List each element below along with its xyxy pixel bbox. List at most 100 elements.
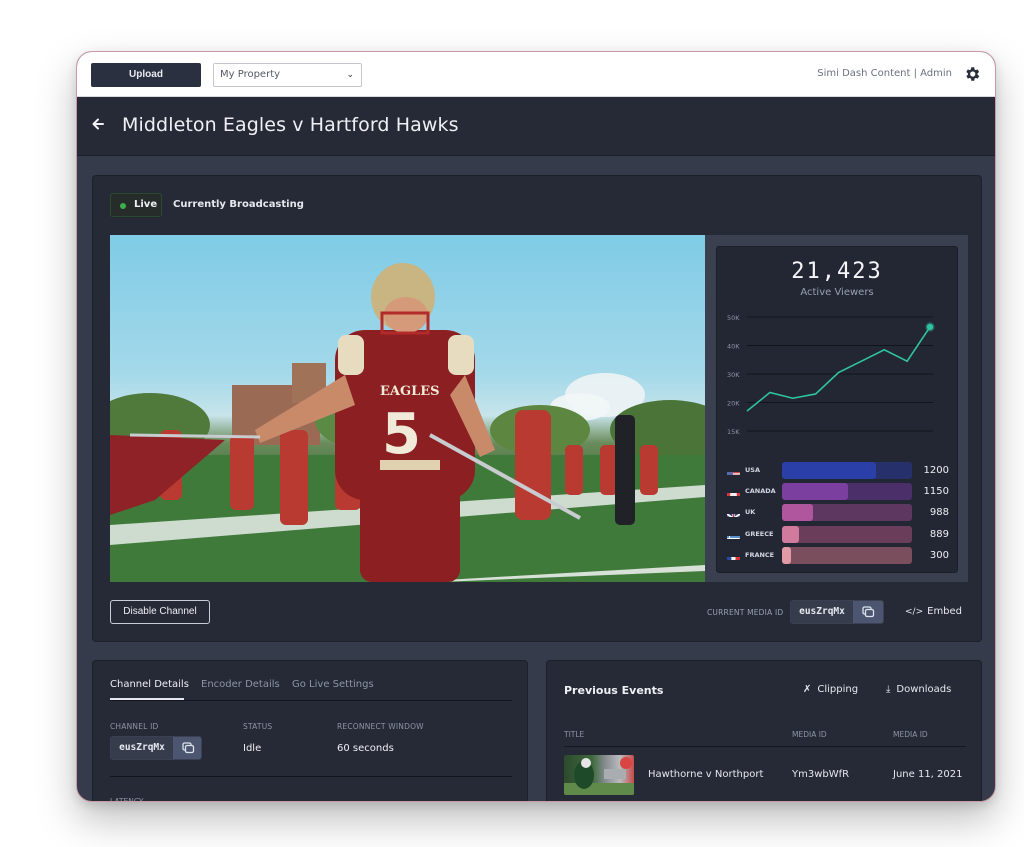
property-select-value: My Property (220, 69, 281, 80)
section-divider (110, 776, 512, 777)
country-bar-track (782, 504, 912, 522)
row-divider (564, 801, 966, 802)
country-bar-fill (782, 504, 814, 522)
channel-id-label: CHANNEL ID (110, 722, 159, 731)
clipping-button[interactable]: ✗ Clipping (803, 684, 858, 695)
app-window: Upload My Property ⌄ Simi Dash Content |… (76, 51, 996, 802)
country-name: FRANCE (745, 550, 775, 559)
property-select[interactable]: My Property ⌄ (213, 63, 362, 87)
country-viewer-count: 988 (929, 507, 949, 519)
viewer-stats-card: 21,423 Active Viewers 50K 40K 30K 20K 15K US… (716, 246, 958, 573)
country-bar-track (782, 546, 912, 564)
country-row: UK 988 (727, 504, 949, 522)
us-flag-icon (727, 466, 740, 475)
country-bar-track (782, 525, 912, 543)
current-media-id-field: eusZrqMx (790, 600, 884, 624)
country-bar-track (782, 462, 912, 479)
fr-flag-icon (727, 551, 740, 560)
svg-text:EAGLES: EAGLES (380, 384, 440, 399)
active-tab-indicator (110, 698, 184, 700)
viewer-line-chart: 50K 40K 30K 20K 15K (727, 314, 935, 436)
country-viewer-count: 889 (929, 528, 949, 540)
embed-label: Embed (927, 606, 963, 617)
scissors-icon: ✗ (803, 684, 812, 695)
arrow-left-icon[interactable] (91, 117, 105, 131)
current-media-id-value[interactable]: eusZrqMx (791, 601, 853, 623)
code-icon: </> (905, 607, 924, 617)
viewer-count: 21,423 (791, 259, 883, 284)
broadcast-status: Currently Broadcasting (173, 199, 304, 210)
thumbnail-image (564, 757, 634, 795)
chevron-down-icon: ⌄ (346, 70, 354, 80)
viewer-line-series (746, 326, 931, 412)
y-tick-label: 40K (727, 343, 740, 351)
title-bar: Middleton Eagles v Hartford Hawks (77, 97, 995, 156)
stats-panel: 21,423 Active Viewers 50K 40K 30K 20K 15K US… (705, 235, 968, 582)
download-icon: ⤓ (886, 684, 891, 695)
latency-label: LATENCY (110, 797, 144, 802)
tab-divider (110, 700, 512, 701)
live-badge: Live (110, 193, 162, 217)
country-row: FRANCE 300 (727, 546, 949, 564)
current-value-point (925, 322, 935, 332)
video-frame: EAGLES 5 (110, 263, 705, 582)
account-label[interactable]: Simi Dash Content | Admin (817, 68, 952, 79)
tab-encoder-details[interactable]: Encoder Details (201, 679, 280, 690)
column-header-title[interactable]: TITLE (564, 730, 584, 739)
downloads-button[interactable]: ⤓ Downloads (886, 684, 951, 695)
country-bar-fill (782, 462, 876, 479)
page-title: Middleton Eagles v Hartford Hawks (122, 114, 459, 136)
y-tick-label: 20K (727, 400, 740, 408)
country-row: USA 1200 (727, 462, 949, 479)
channel-id-value[interactable]: eusZrqMx (111, 737, 173, 759)
channel-details-card: Channel Details Encoder Details Go Live … (92, 660, 528, 802)
event-thumbnail[interactable] (564, 755, 634, 795)
tab-channel-details[interactable]: Channel Details (110, 679, 189, 690)
country-bar-fill (782, 483, 849, 501)
clipping-label: Clipping (817, 684, 859, 695)
y-tick-label: 30K (727, 371, 740, 379)
column-header-media-id[interactable]: MEDIA ID (792, 730, 827, 739)
gear-icon[interactable] (963, 65, 981, 83)
country-name: GREECE (745, 529, 774, 538)
top-bar: Upload My Property ⌄ Simi Dash Content |… (77, 52, 995, 97)
video-player[interactable]: EAGLES 5 (110, 235, 705, 582)
copy-channel-id-button[interactable] (173, 737, 201, 759)
country-bar-fill (782, 546, 792, 564)
embed-button[interactable]: </> Embed (905, 606, 962, 617)
country-viewer-count: 1150 (923, 486, 949, 498)
disable-channel-button[interactable]: Disable Channel (110, 600, 210, 624)
country-row: CANADA 1150 (727, 483, 949, 501)
status-value: Idle (243, 743, 262, 754)
country-name: CANADA (745, 487, 776, 496)
live-label: Live (134, 199, 158, 210)
copy-icon (862, 606, 875, 618)
copy-icon (182, 742, 195, 754)
ca-flag-icon (727, 487, 740, 497)
previous-events-card: Previous Events ✗ Clipping ⤓ Downloads TIT… (546, 660, 982, 802)
reconnect-window-value: 60 seconds (337, 743, 394, 754)
country-bar-fill (782, 525, 799, 543)
y-tick-label: 15K (727, 428, 740, 436)
viewer-label: Active Viewers (800, 287, 874, 298)
country-name: USA (745, 466, 760, 474)
live-dot-icon (120, 203, 126, 209)
reconnect-window-label: RECONNECT WINDOW (337, 722, 424, 731)
svg-text:5: 5 (382, 402, 421, 467)
upload-button[interactable]: Upload (91, 63, 201, 87)
event-media-id: Ym3wbWfR (792, 769, 850, 780)
tab-go-live-settings[interactable]: Go Live Settings (292, 679, 374, 690)
column-header-date[interactable]: MEDIA ID (893, 730, 928, 739)
copy-media-id-button[interactable] (853, 601, 883, 623)
downloads-label: Downloads (896, 684, 952, 695)
country-bar-track (782, 483, 912, 501)
country-row: GREECE 889 (727, 525, 949, 543)
event-title[interactable]: Hawthorne v Northport (648, 769, 763, 780)
y-tick-label: 50K (727, 314, 740, 322)
channel-id-field: eusZrqMx (110, 736, 202, 760)
event-date: June 11, 2021 (893, 769, 963, 780)
country-name: UK (745, 508, 756, 517)
current-media-id-label: CURRENT MEDIA ID (707, 608, 784, 617)
status-label: STATUS (243, 722, 273, 731)
uk-flag-icon (727, 508, 740, 518)
